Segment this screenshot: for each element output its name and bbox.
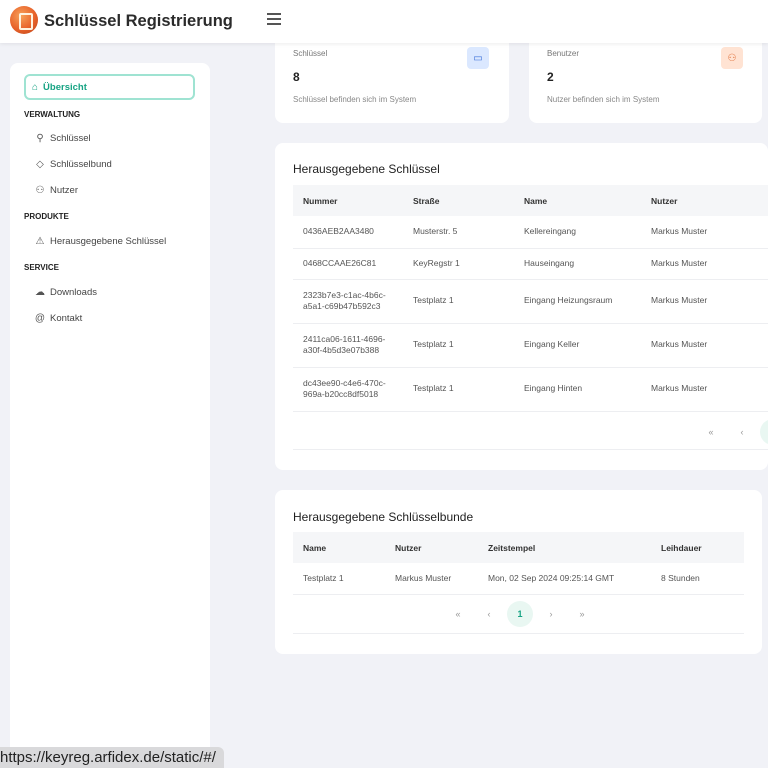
column-header: Straße — [403, 185, 514, 216]
issued-keybunches-table: Name Nutzer Zeitstempel Leihdauer Testpl… — [293, 532, 744, 595]
table-cell: Testplatz 1 — [403, 367, 514, 412]
first-page-button[interactable]: « — [445, 601, 471, 627]
table-cell: 0436AEB2AA3480 — [293, 216, 403, 249]
table-row[interactable]: Testplatz 1 Markus Muster Mon, 02 Sep 20… — [293, 563, 744, 595]
table-row[interactable]: 0468CCAAE26C81 KeyRegstr 1 Hauseingang M… — [293, 248, 768, 280]
panel-title: Herausgegebene Schlüssel — [293, 162, 440, 176]
home-icon: ⌂ — [32, 81, 39, 93]
stat-value: 8 — [293, 70, 300, 84]
keybunches-pagination: « ‹ 1 › » — [445, 601, 600, 627]
stat-description: Schlüssel befinden sich im System — [293, 95, 417, 104]
column-header: Leihdauer — [651, 532, 744, 563]
users-icon: ⚇ — [35, 185, 45, 196]
table-cell: Markus Muster — [641, 279, 768, 324]
table-row[interactable]: 2323b7e3-c1ac-4b6c-a5a1-c69b47b592c3 Tes… — [293, 279, 768, 324]
sidebar-item-overview[interactable]: ⌂ Übersicht — [24, 74, 195, 100]
current-page-button[interactable] — [760, 419, 768, 445]
table-cell: 8 Stunden — [651, 563, 744, 595]
table-cell: Markus Muster — [641, 216, 768, 249]
table-row[interactable]: 0436AEB2AA3480 Musterstr. 5 Kellereingan… — [293, 216, 768, 249]
issued-keys-panel: Herausgegebene Schlüssel Nummer Straße N… — [275, 143, 768, 470]
tag-icon: ◇ — [36, 159, 44, 170]
prev-page-button[interactable]: ‹ — [729, 419, 755, 445]
column-header: Name — [514, 185, 641, 216]
stat-value: 2 — [547, 70, 554, 84]
users-icon: ⚇ — [721, 47, 743, 69]
table-header-row: Nummer Straße Name Nutzer — [293, 185, 768, 216]
table-cell: 0468CCAAE26C81 — [293, 248, 403, 280]
issued-keys-table: Nummer Straße Name Nutzer 0436AEB2AA3480… — [293, 185, 768, 412]
last-page-button[interactable]: » — [569, 601, 595, 627]
panel-title: Herausgegebene Schlüsselbunde — [293, 510, 474, 524]
stat-card-users: Benutzer 2 Nutzer befinden sich im Syste… — [529, 43, 762, 123]
issued-keys-pagination: « ‹ — [698, 419, 768, 445]
cloud-download-icon: ☁ — [35, 287, 45, 298]
app-logo — [10, 6, 38, 34]
column-header: Nutzer — [641, 185, 768, 216]
table-cell: Eingang Keller — [514, 323, 641, 368]
top-header: Schlüssel Registrierung — [0, 0, 768, 43]
sidebar: ⌂ Übersicht VERWALTUNG ⚲ Schlüssel ◇ Sch… — [10, 63, 210, 768]
section-produkte: PRODUKTE — [24, 212, 69, 221]
column-header: Name — [293, 532, 385, 563]
id-card-icon: ▭ — [467, 47, 489, 69]
column-header: Nutzer — [385, 532, 478, 563]
key-icon: ⚲ — [36, 133, 44, 144]
stat-label: Schlüssel — [293, 49, 328, 58]
sidebar-item-keybunch[interactable]: ◇ Schlüsselbund — [34, 159, 112, 170]
table-cell: dc43ee90-c4e6-470c-969a-b20cc8df5018 — [293, 367, 403, 412]
menu-toggle-icon[interactable] — [267, 13, 281, 25]
sidebar-item-users[interactable]: ⚇ Nutzer — [34, 185, 78, 196]
stat-description: Nutzer befinden sich im System — [547, 95, 660, 104]
issued-keybunches-panel: Herausgegebene Schlüsselbunde Name Nutze… — [275, 490, 762, 654]
divider — [293, 449, 768, 450]
table-row[interactable]: dc43ee90-c4e6-470c-969a-b20cc8df5018 Tes… — [293, 367, 768, 412]
table-cell: Kellereingang — [514, 216, 641, 249]
table-cell: Markus Muster — [641, 323, 768, 368]
status-bar-url: https://keyreg.arfidex.de/static/#/ — [0, 747, 224, 768]
table-cell: KeyRegstr 1 — [403, 248, 514, 280]
sidebar-item-issued-keys[interactable]: ⚠ Herausgegebene Schlüssel — [34, 236, 167, 247]
table-cell: Markus Muster — [641, 367, 768, 412]
column-header: Nummer — [293, 185, 403, 216]
table-cell: Markus Muster — [641, 248, 768, 280]
sidebar-item-keys[interactable]: ⚲ Schlüssel — [34, 133, 90, 144]
table-cell: Markus Muster — [385, 563, 478, 595]
sidebar-item-downloads[interactable]: ☁ Downloads — [34, 287, 97, 298]
column-header: Zeitstempel — [478, 532, 651, 563]
table-header-row: Name Nutzer Zeitstempel Leihdauer — [293, 532, 744, 563]
warning-icon: ⚠ — [35, 236, 45, 247]
table-cell: Testplatz 1 — [293, 563, 385, 595]
table-cell: Eingang Heizungsraum — [514, 279, 641, 324]
table-row[interactable]: 2411ca06-1611-4696-a30f-4b5d3e07b388 Tes… — [293, 323, 768, 368]
prev-page-button[interactable]: ‹ — [476, 601, 502, 627]
table-cell: 2323b7e3-c1ac-4b6c-a5a1-c69b47b592c3 — [293, 279, 403, 324]
next-page-button[interactable]: › — [538, 601, 564, 627]
table-cell: Testplatz 1 — [403, 279, 514, 324]
table-cell: 2411ca06-1611-4696-a30f-4b5d3e07b388 — [293, 323, 403, 368]
page-1-button[interactable]: 1 — [507, 601, 533, 627]
stat-card-keys: Schlüssel 8 Schlüssel befinden sich im S… — [275, 43, 509, 123]
first-page-button[interactable]: « — [698, 419, 724, 445]
divider — [293, 633, 744, 634]
section-verwaltung: VERWALTUNG — [24, 110, 81, 119]
table-cell: Hauseingang — [514, 248, 641, 280]
stat-label: Benutzer — [547, 49, 580, 58]
section-service: SERVICE — [24, 263, 59, 272]
table-cell: Mon, 02 Sep 2024 09:25:14 GMT — [478, 563, 651, 595]
table-cell: Musterstr. 5 — [403, 216, 514, 249]
sidebar-item-contact[interactable]: @ Kontakt — [34, 313, 82, 324]
at-icon: @ — [34, 313, 46, 324]
app-title: Schlüssel Registrierung — [44, 12, 233, 30]
table-cell: Eingang Hinten — [514, 367, 641, 412]
table-cell: Testplatz 1 — [403, 323, 514, 368]
